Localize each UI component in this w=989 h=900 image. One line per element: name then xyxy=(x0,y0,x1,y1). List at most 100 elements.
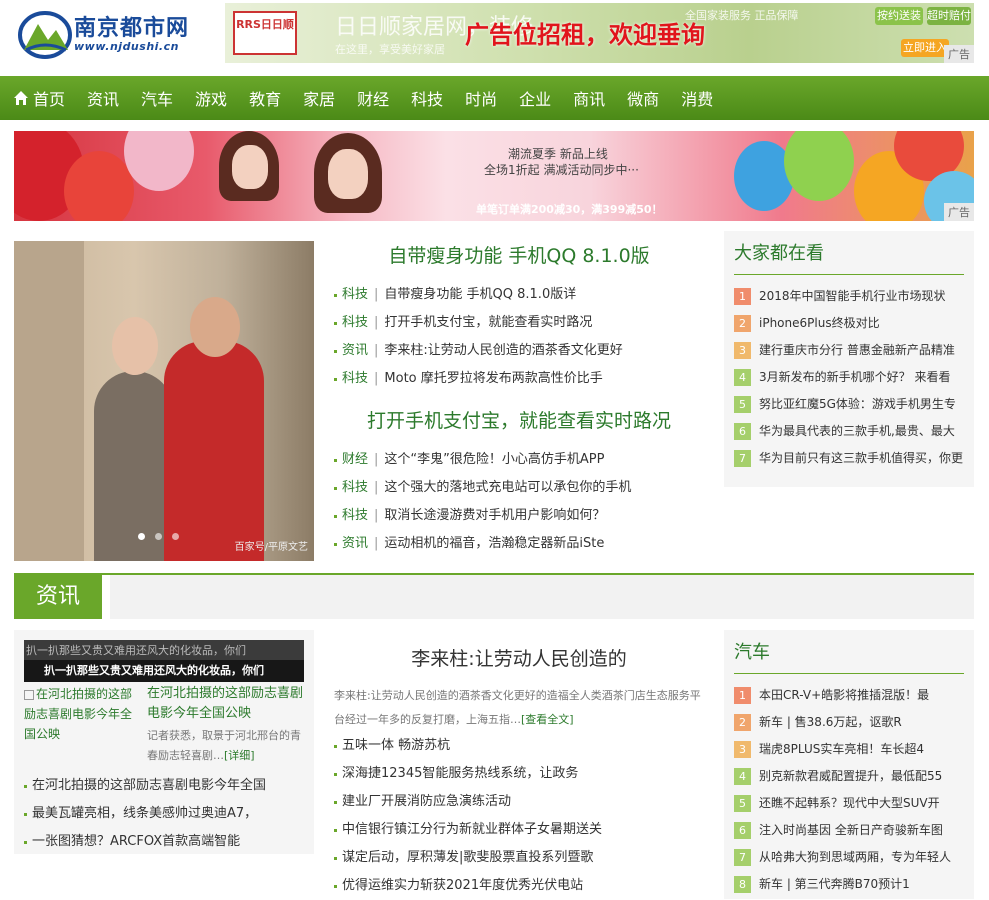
headline-title-1[interactable]: 自带瘦身功能 手机QQ 8.1.0版 xyxy=(334,241,704,268)
nav-item-education[interactable]: 教育 xyxy=(249,86,281,110)
auto-item[interactable]: 6 注入时尚基因 全新日产奇骏新车图 xyxy=(734,817,964,844)
nav-item-consumer[interactable]: 消费 xyxy=(681,86,713,110)
section-tab-news[interactable]: 资讯 xyxy=(14,575,110,619)
nav-item-games[interactable]: 游戏 xyxy=(195,86,227,110)
read-more-link[interactable]: [查看全文] xyxy=(521,713,574,726)
separator: | xyxy=(374,452,379,467)
list-item[interactable]: 建业厂开展消防应急演练活动 xyxy=(334,788,709,816)
auto-item-text[interactable]: 从哈弗大狗到思域两厢，专为年轻人 xyxy=(759,844,951,871)
hot-item[interactable]: 1 2018年中国智能手机行业市场现状 xyxy=(734,283,964,310)
list-item[interactable]: 中信银行镇江分行为新就业群体子女暑期送关 xyxy=(334,816,709,844)
site-logo[interactable]: 南京都市网 www.njdushi.cn xyxy=(18,8,208,62)
list-item[interactable]: 资讯 | 运动相机的福音，浩瀚稳定器新品iSte xyxy=(334,530,709,558)
news-title[interactable]: 取消长途漫游费对手机用户影响如何？ xyxy=(384,508,605,523)
auto-item-text[interactable]: 注入时尚基因 全新日产奇骏新车图 xyxy=(759,817,943,844)
slide-dot[interactable] xyxy=(138,533,145,540)
ad-ghost-sub: 在这里，享受美好家居 xyxy=(335,43,445,56)
auto-item[interactable]: 1 本田CR-V+皓影将推插混版！最 xyxy=(734,682,964,709)
auto-item[interactable]: 8 新车 | 第三代奔腾B70预计1 xyxy=(734,871,964,898)
auto-item-text[interactable]: 新车 | 售38.6万起，讴歌R xyxy=(759,709,902,736)
rank-badge: 8 xyxy=(734,876,751,893)
auto-item[interactable]: 7 从哈弗大狗到思域两厢，专为年轻人 xyxy=(734,844,964,871)
nav-item-home[interactable]: 首页 xyxy=(13,86,65,110)
hot-item-text[interactable]: 建行重庆市分行 普惠金融新产品精准 xyxy=(759,337,955,364)
nav-item-news[interactable]: 资讯 xyxy=(87,86,119,110)
news-title[interactable]: 这个强大的落地式充电站可以承包你的手机 xyxy=(384,480,631,495)
hot-item[interactable]: 3 建行重庆市分行 普惠金融新产品精准 xyxy=(734,337,964,364)
news-category[interactable]: 科技 xyxy=(342,371,368,386)
auto-item-text[interactable]: 本田CR-V+皓影将推插混版！最 xyxy=(759,682,929,709)
nav-item-enterprise[interactable]: 企业 xyxy=(519,86,551,110)
hot-item-text[interactable]: 努比亚红魔5G体验：游戏手机男生专 xyxy=(759,391,956,418)
hot-item-text[interactable]: 华为目前只有这三款手机值得买，你更 xyxy=(759,445,963,472)
featured-image[interactable]: 扒一扒那些又贵又难用还风大的化妆品，你们 扒一扒那些又贵又难用还风大的化妆品，你… xyxy=(24,640,304,682)
auto-item-text[interactable]: 别克新款君威配置提升，最低配55 xyxy=(759,763,942,790)
auto-item-text[interactable]: 新车 | 第三代奔腾B70预计1 xyxy=(759,871,910,898)
ad-brand-box: RRS日日顺 xyxy=(233,11,297,55)
news-category[interactable]: 科技 xyxy=(342,480,368,495)
news-category[interactable]: 财经 xyxy=(342,452,368,467)
nav-item-wechat-biz[interactable]: 微商 xyxy=(627,86,659,110)
news-title[interactable]: 这个“李鬼”很危险！小心高仿手机APP xyxy=(384,452,604,467)
news-category[interactable]: 科技 xyxy=(342,315,368,330)
list-item[interactable]: 财经 | 这个“李鬼”很危险！小心高仿手机APP xyxy=(334,446,709,474)
hot-item[interactable]: 6 华为最具代表的三款手机,最贵、最大 xyxy=(734,418,964,445)
list-item[interactable]: 科技 | 取消长途漫游费对手机用户影响如何？ xyxy=(334,502,709,530)
auto-item[interactable]: 5 还瞧不起韩系？现代中大型SUV开 xyxy=(734,790,964,817)
hot-item[interactable]: 7 华为目前只有这三款手机值得买，你更 xyxy=(734,445,964,472)
feature-title[interactable]: 在河北拍摄的这部励志喜剧电影今年全国公映 xyxy=(147,684,307,724)
list-item[interactable]: 在河北拍摄的这部励志喜剧电影今年全国 xyxy=(24,772,309,800)
list-item[interactable]: 科技 | 这个强大的落地式充电站可以承包你的手机 xyxy=(334,474,709,502)
news-title[interactable]: 自带瘦身功能 手机QQ 8.1.0版详 xyxy=(384,287,576,302)
list-item[interactable]: 优得运维实力斩获2021年度优秀光伏电站 xyxy=(334,872,709,900)
slide-dot[interactable] xyxy=(155,533,162,540)
news-category[interactable]: 资讯 xyxy=(342,343,368,358)
list-item[interactable]: 深海捷12345智能服务热线系统，让政务 xyxy=(334,760,709,788)
news-title[interactable]: Moto 摩托罗拉将发布两款高性价比手 xyxy=(384,371,602,386)
auto-item[interactable]: 4 别克新款君威配置提升，最低配55 xyxy=(734,763,964,790)
thumbnail-image[interactable]: 在河北拍摄的这部励志喜剧电影今年全国公映 xyxy=(24,684,140,744)
nav-item-business[interactable]: 商讯 xyxy=(573,86,605,110)
section-header: 资讯 xyxy=(14,573,974,619)
hot-item[interactable]: 4 3月新发布的新手机哪个好？ 来看看 xyxy=(734,364,964,391)
nav-item-finance[interactable]: 财经 xyxy=(357,86,389,110)
nav-item-home-living[interactable]: 家居 xyxy=(303,86,335,110)
detail-link[interactable]: [详细] xyxy=(224,749,255,762)
auto-item[interactable]: 3 瑞虎8PLUS实车亮相！车长超4 xyxy=(734,736,964,763)
headline-title-2[interactable]: 打开手机支付宝，就能查看实时路况 xyxy=(334,406,704,433)
list-item[interactable]: 五味一体 畅游苏杭 xyxy=(334,732,709,760)
hot-item-text[interactable]: iPhone6Plus终极对比 xyxy=(759,310,880,337)
list-item[interactable]: 科技 | 自带瘦身功能 手机QQ 8.1.0版详 xyxy=(334,281,709,309)
top-ad-banner[interactable]: RRS日日顺 日日顺家居网，装修 在这里，享受美好家居 广告位招租，欢迎垂询 全… xyxy=(225,3,974,63)
mid-feature-title[interactable]: 李来柱:让劳动人民创造的 xyxy=(334,644,704,671)
list-item[interactable]: 资讯 | 李来柱:让劳动人民创造的酒茶香文化更好 xyxy=(334,337,709,365)
news-category[interactable]: 资讯 xyxy=(342,536,368,551)
news-title[interactable]: 李来柱:让劳动人民创造的酒茶香文化更好 xyxy=(384,343,622,358)
list-item[interactable]: 科技 | Moto 摩托罗拉将发布两款高性价比手 xyxy=(334,365,709,393)
auto-item-text[interactable]: 还瞧不起韩系？现代中大型SUV开 xyxy=(759,790,940,817)
auto-item[interactable]: 2 新车 | 售38.6万起，讴歌R xyxy=(734,709,964,736)
hot-item-text[interactable]: 华为最具代表的三款手机,最贵、最大 xyxy=(759,418,955,445)
news-category[interactable]: 科技 xyxy=(342,508,368,523)
list-item[interactable]: 谋定后动，厚积薄发|歌斐股票直投系列暨歌 xyxy=(334,844,709,872)
news-title[interactable]: 运动相机的福音，浩瀚稳定器新品iSte xyxy=(384,536,604,551)
list-item[interactable]: 最美瓦罐亮相，线条美感帅过奥迪A7， xyxy=(24,800,309,828)
hero-person xyxy=(164,341,264,561)
hot-item-text[interactable]: 2018年中国智能手机行业市场现状 xyxy=(759,283,946,310)
nav-item-tech[interactable]: 科技 xyxy=(411,86,443,110)
ad-button-2: 超时赔付 xyxy=(927,7,971,25)
hot-item[interactable]: 5 努比亚红魔5G体验：游戏手机男生专 xyxy=(734,391,964,418)
promo-banner[interactable]: 潮流夏季 新品上线 全场1折起 满减活动同步中··· 单笔订单满200减30，满… xyxy=(14,131,974,221)
list-item[interactable]: 一张图猜想？ARCFOX首款高端智能 xyxy=(24,828,309,856)
list-item[interactable]: 科技 | 打开手机支付宝，就能查看实时路况 xyxy=(334,309,709,337)
hot-item-text[interactable]: 3月新发布的新手机哪个好？ 来看看 xyxy=(759,364,950,391)
hot-item[interactable]: 2 iPhone6Plus终极对比 xyxy=(734,310,964,337)
image-caption[interactable]: 扒一扒那些又贵又难用还风大的化妆品，你们 xyxy=(24,660,304,682)
nav-item-fashion[interactable]: 时尚 xyxy=(465,86,497,110)
auto-item-text[interactable]: 瑞虎8PLUS实车亮相！车长超4 xyxy=(759,736,924,763)
news-category[interactable]: 科技 xyxy=(342,287,368,302)
nav-item-auto[interactable]: 汽车 xyxy=(141,86,173,110)
slide-dot[interactable] xyxy=(172,533,179,540)
news-title[interactable]: 打开手机支付宝，就能查看实时路况 xyxy=(384,315,592,330)
hero-slideshow[interactable]: 百家号/平原文艺 xyxy=(14,241,314,561)
